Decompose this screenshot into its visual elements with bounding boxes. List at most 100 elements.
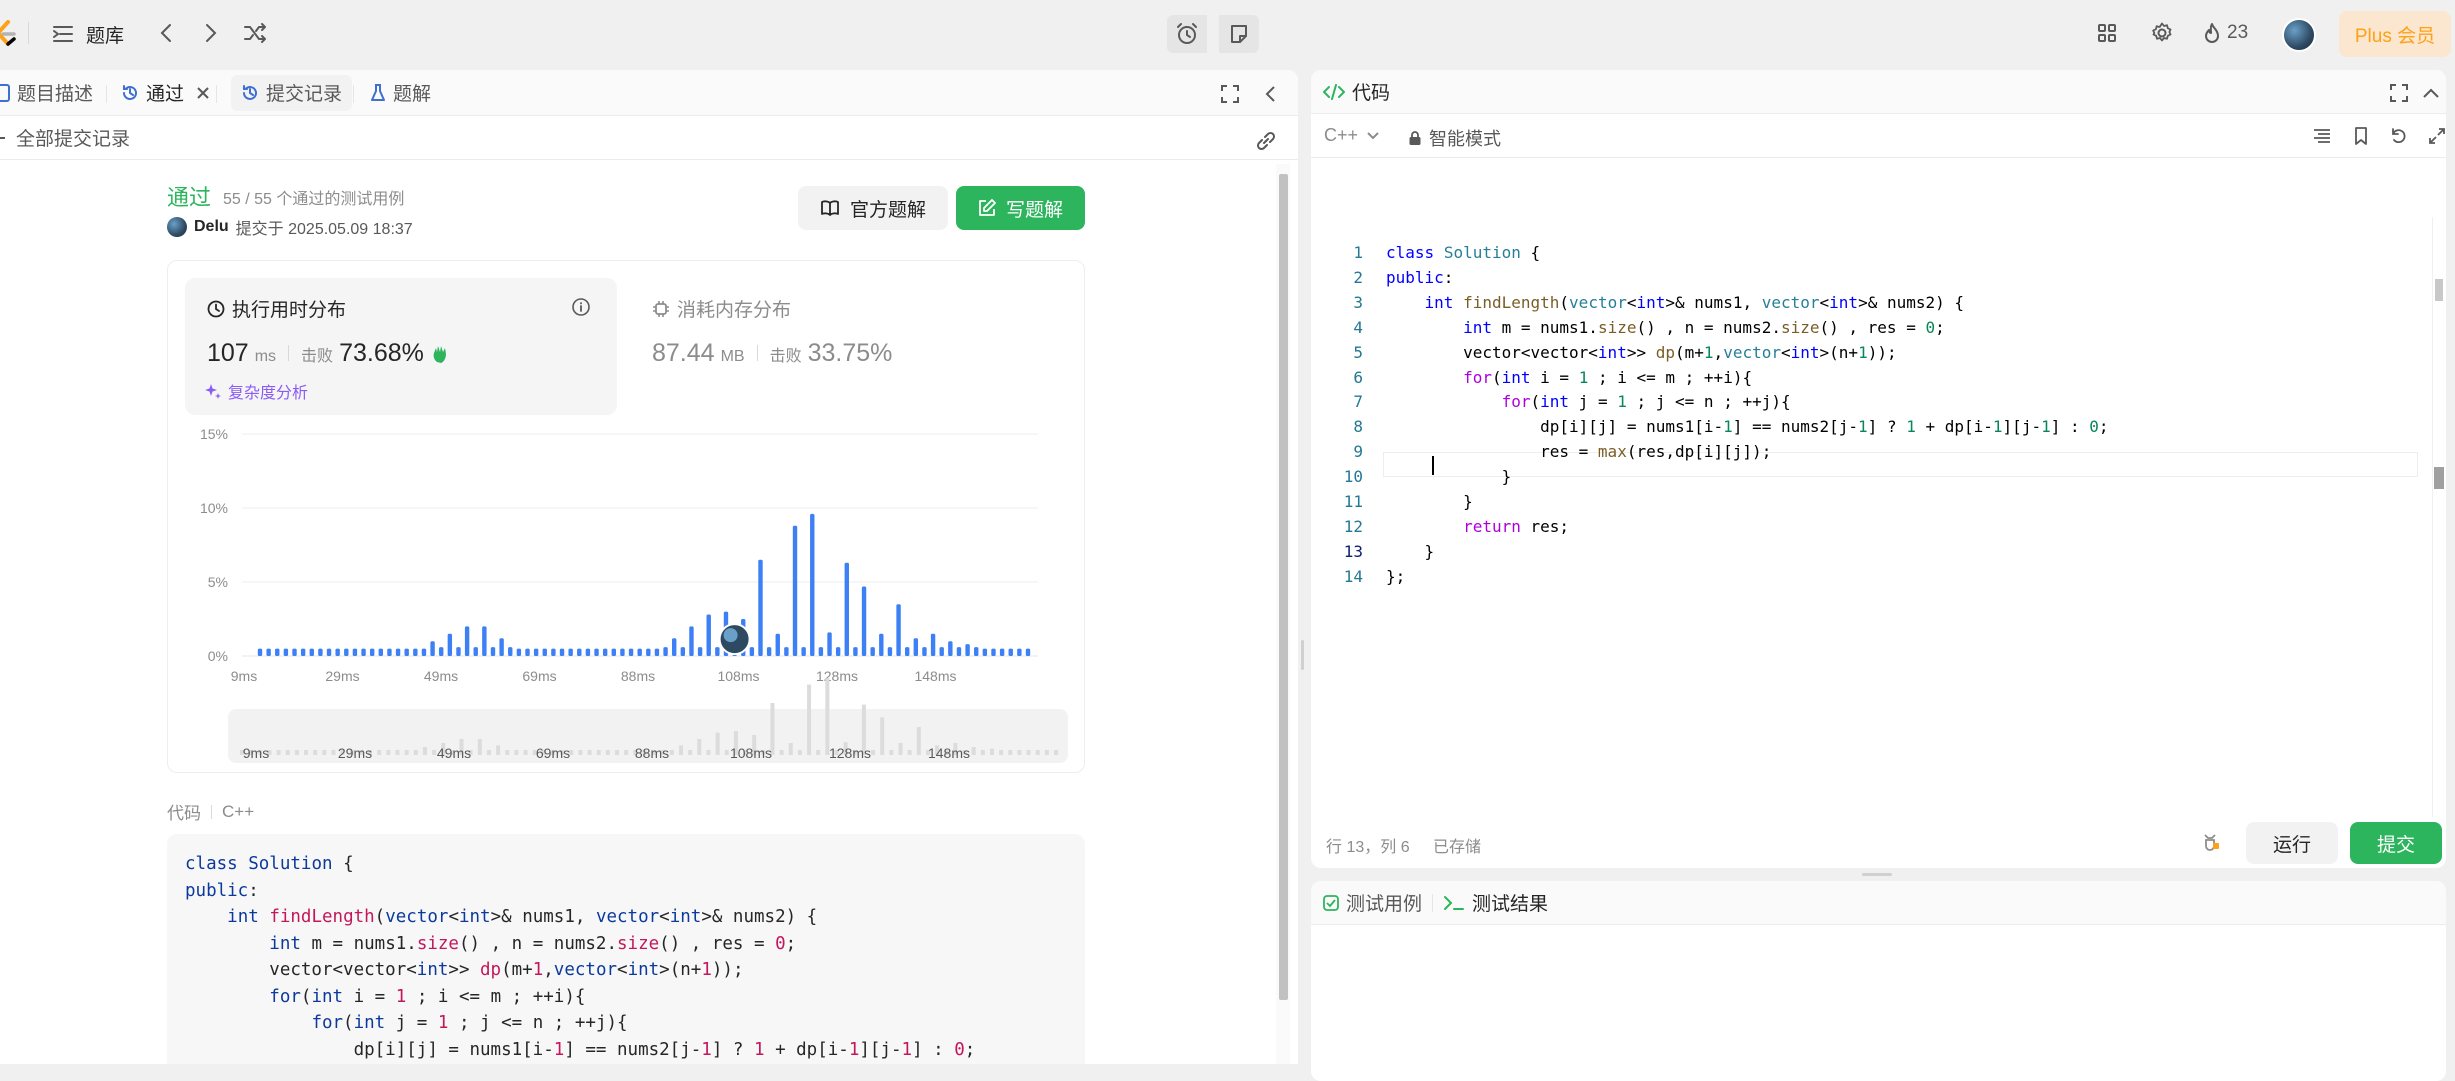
- chart-bar[interactable]: [577, 648, 582, 656]
- debug-button[interactable]: [2197, 828, 2223, 854]
- chart-bar[interactable]: [870, 647, 875, 656]
- scrollbar[interactable]: [1276, 164, 1290, 1064]
- chart-bar[interactable]: [318, 648, 323, 656]
- copy-link-button[interactable]: [1254, 129, 1278, 153]
- memory-title-row[interactable]: 消耗内存分布: [652, 295, 791, 322]
- horizontal-resize-handle[interactable]: [1862, 873, 1892, 876]
- chart-bar[interactable]: [387, 648, 392, 656]
- chart-bar[interactable]: [439, 647, 444, 656]
- chart-bar[interactable]: [559, 648, 565, 656]
- chart-bar[interactable]: [844, 562, 849, 656]
- chart-bar[interactable]: [602, 648, 608, 656]
- chart-bar[interactable]: [810, 513, 815, 656]
- tab-code[interactable]: 代码: [1311, 74, 1400, 110]
- chart-bar[interactable]: [508, 647, 513, 656]
- chart-bar[interactable]: [689, 626, 694, 656]
- code-line[interactable]: return res;: [1386, 515, 2109, 540]
- code-line[interactable]: vector<vector<int>> dp(m+1,vector<int>(n…: [1386, 341, 2109, 366]
- chart-bar[interactable]: [922, 647, 927, 656]
- fullscreen-button[interactable]: [2426, 125, 2446, 147]
- maximize-button[interactable]: [1218, 82, 1242, 106]
- chart-bar[interactable]: [827, 632, 832, 656]
- chart-bar[interactable]: [300, 648, 306, 656]
- chart-bar[interactable]: [818, 647, 824, 656]
- chart-bar[interactable]: [542, 648, 547, 656]
- code-line[interactable]: }: [1386, 490, 2109, 515]
- timer-button[interactable]: [1167, 15, 1207, 53]
- chart-bar[interactable]: [1008, 648, 1013, 656]
- chart-bar[interactable]: [646, 648, 651, 656]
- chart-bar[interactable]: [326, 648, 332, 656]
- official-solution-button[interactable]: 官方题解: [798, 186, 948, 230]
- chart-bar[interactable]: [939, 647, 944, 656]
- chart-bar[interactable]: [309, 648, 314, 656]
- code-line[interactable]: dp[i][j] = nums1[i-1] == nums2[j-1] ? 1 …: [1386, 415, 2108, 440]
- scrollbar-thumb[interactable]: [1279, 174, 1288, 1000]
- chart-bar[interactable]: [421, 648, 427, 656]
- collapse-button[interactable]: [2419, 81, 2443, 105]
- chart-bar[interactable]: [680, 647, 686, 656]
- chart-bar[interactable]: [395, 648, 401, 656]
- collapse-button[interactable]: [1258, 82, 1282, 106]
- chart-bar[interactable]: [663, 647, 668, 656]
- chart-bar[interactable]: [473, 647, 478, 656]
- chart-bar[interactable]: [490, 647, 496, 656]
- chart-bar[interactable]: [749, 647, 755, 656]
- format-button[interactable]: [2311, 125, 2333, 147]
- tab-submissions[interactable]: 提交记录: [231, 74, 353, 111]
- chart-bar[interactable]: [715, 647, 720, 656]
- chart-bar[interactable]: [1025, 648, 1031, 656]
- chart-bar[interactable]: [283, 648, 289, 656]
- info-icon[interactable]: [571, 297, 591, 317]
- settings-button[interactable]: [2149, 20, 2175, 46]
- all-submissions-link[interactable]: 全部提交记录: [0, 124, 130, 151]
- chart-bar[interactable]: [965, 644, 970, 656]
- chart-bar[interactable]: [766, 647, 772, 656]
- leetcode-logo[interactable]: [0, 20, 18, 48]
- chart-bar[interactable]: [879, 633, 884, 656]
- chart-bar[interactable]: [611, 648, 616, 656]
- chart-bar[interactable]: [913, 638, 919, 656]
- submit-button[interactable]: 提交: [2350, 822, 2442, 864]
- code-line[interactable]: public:: [1386, 266, 2109, 291]
- chart-bar[interactable]: [585, 648, 591, 656]
- chart-bar[interactable]: [930, 633, 936, 656]
- streak-counter[interactable]: 23: [2203, 18, 2248, 48]
- code-line[interactable]: for(int j = 1 ; j <= n ; ++j){: [1386, 390, 2109, 415]
- chart-bar[interactable]: [344, 648, 349, 656]
- avatar[interactable]: [2282, 18, 2316, 52]
- code-line[interactable]: class Solution {: [1386, 241, 2109, 266]
- language-select[interactable]: C++: [1324, 125, 1380, 146]
- prev-question-button[interactable]: [153, 20, 179, 46]
- editor-scrollbar[interactable]: [2432, 217, 2444, 817]
- chart-bar[interactable]: [464, 626, 470, 656]
- chart-bar[interactable]: [784, 647, 789, 656]
- code-editor[interactable]: 1 2 3 4 5 6 7 8 9 10 11 12 13 14 class Solution {publ…: [1311, 159, 2446, 817]
- chart-bar[interactable]: [956, 647, 962, 656]
- chart-bar[interactable]: [853, 647, 858, 656]
- chart-bar[interactable]: [456, 647, 461, 656]
- plus-member-button[interactable]: Plus 会员: [2339, 11, 2451, 57]
- chart-bar[interactable]: [594, 648, 599, 656]
- chart-bar[interactable]: [369, 648, 375, 656]
- chart-bar[interactable]: [904, 647, 910, 656]
- smart-mode-toggle[interactable]: 智能模式: [1408, 125, 1501, 151]
- chart-bar[interactable]: [292, 648, 297, 656]
- write-solution-button[interactable]: 写题解: [956, 186, 1085, 230]
- chart-bar[interactable]: [275, 648, 280, 656]
- code-line[interactable]: };: [1386, 565, 2109, 590]
- tab-description[interactable]: 题目描述: [0, 75, 103, 111]
- chart-bar[interactable]: [551, 648, 556, 656]
- chart-bar[interactable]: [672, 638, 677, 656]
- chart-bar[interactable]: [801, 647, 806, 656]
- tab-solutions[interactable]: 题解: [360, 75, 441, 111]
- chart-bar[interactable]: [568, 648, 573, 656]
- reset-button[interactable]: [2388, 125, 2410, 147]
- chart-bar[interactable]: [430, 641, 435, 656]
- chart-bar[interactable]: [654, 648, 660, 656]
- chart-bar[interactable]: [697, 647, 703, 656]
- chart-bar[interactable]: [352, 648, 358, 656]
- chart-bar[interactable]: [1017, 648, 1022, 656]
- chart-bar[interactable]: [620, 648, 625, 656]
- problem-list-button[interactable]: 题库: [52, 17, 124, 51]
